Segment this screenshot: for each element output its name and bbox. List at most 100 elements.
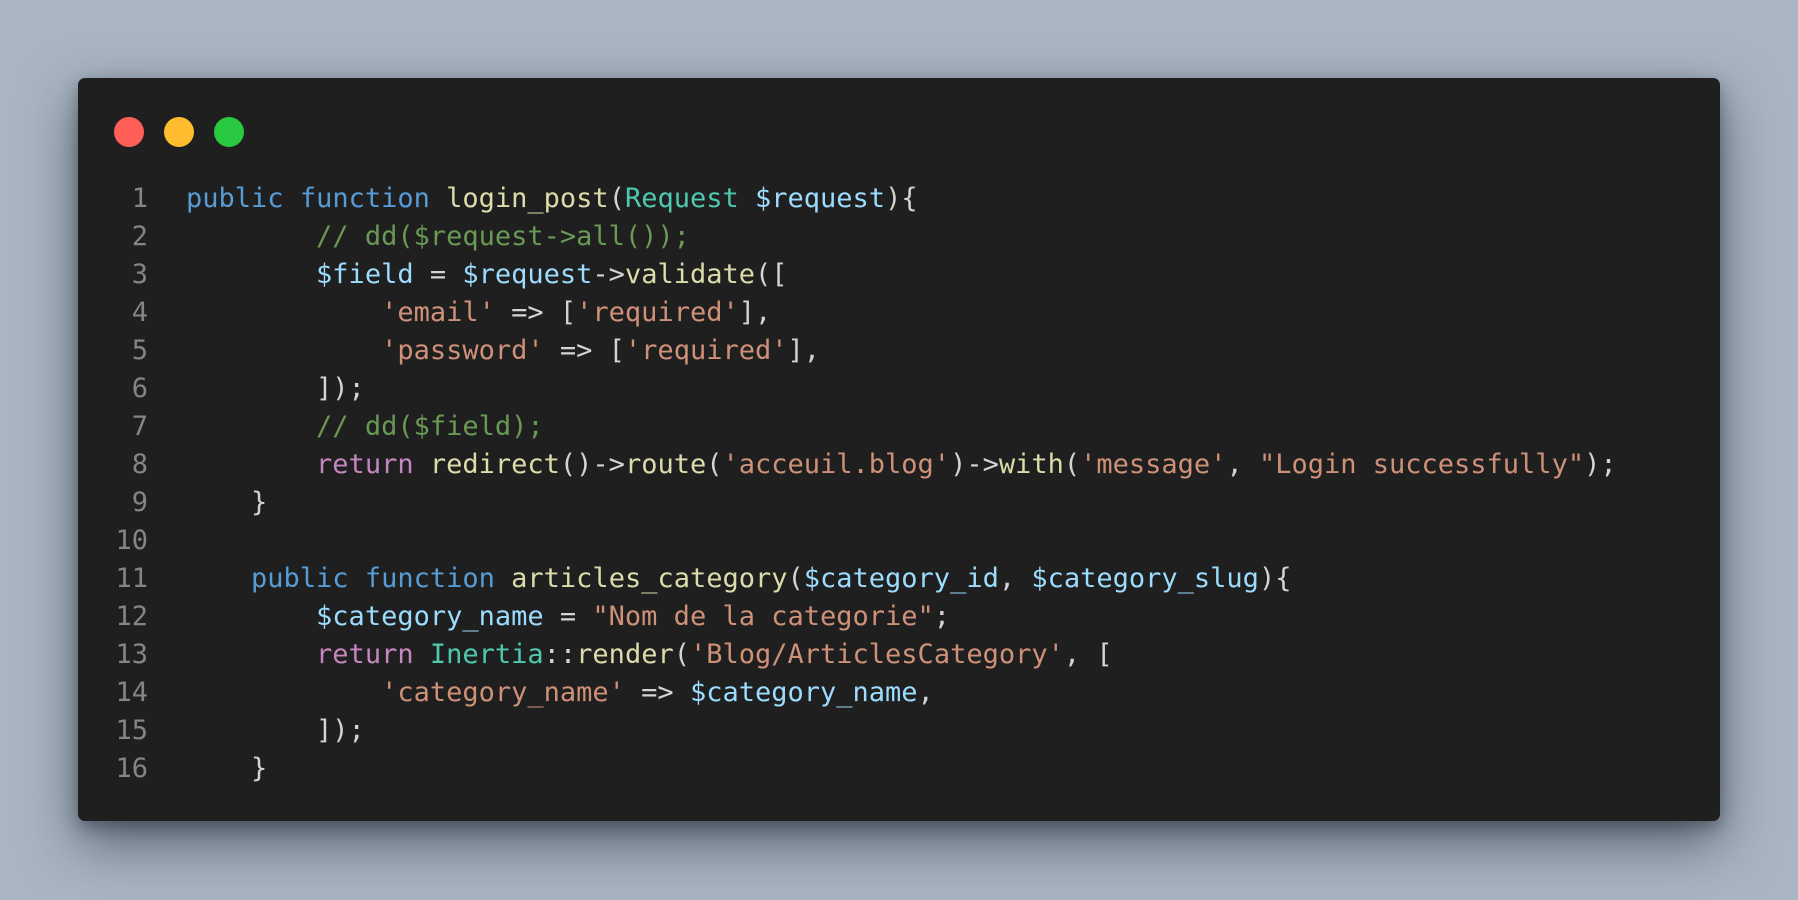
code-token-plain: => [ [543,335,625,366]
code-token-plain: )-> [950,449,999,480]
code-token-keyword: public [186,183,284,214]
code-line: 14 'category_name' => $category_name, [78,674,1617,712]
line-number: 8 [131,449,148,480]
code-token-variable: $category_id [803,563,999,594]
line-number: 7 [131,411,148,442]
code-line: 15 ]); [78,712,1617,750]
code-token-variable: $request [462,259,593,290]
code-token-keyword: function [364,563,495,594]
code-token-type: Inertia [429,639,544,670]
code-token-function: validate [624,259,755,290]
code-line: 5 'password' => ['required'], [78,332,1617,370]
close-button[interactable] [114,117,144,147]
code-token-function: login_post [446,183,609,214]
code-text: 'email' => ['required'], [186,294,771,332]
code-text: // dd($field); [186,408,544,446]
code-token-string: "Nom de la categorie" [592,601,934,632]
line-number: 1 [131,183,148,214]
code-window: 1 public function login_post(Request $req… [78,78,1720,821]
code-token-keyword: public [251,563,349,594]
code-token-comment: // dd($field); [316,411,544,442]
code-token-string: 'required' [624,335,788,366]
code-token-plain: ], [738,297,772,328]
code-token-function: with [998,449,1064,480]
code-token-variable: $category_name [316,601,544,632]
code-token-plain: ; [933,601,951,632]
code-token-plain: -> [592,259,625,290]
code-token-string: 'required' [576,297,739,328]
line-number: 4 [131,297,148,328]
code-token-type: Request [624,183,739,214]
code-token-string: 'email' [381,297,495,328]
code-token-control: return [316,639,414,670]
code-line: 10 [78,522,1617,560]
code-token-plain: ( [673,639,690,670]
code-token-plain: } [251,487,268,518]
code-token-variable: $request [755,183,886,214]
window-controls [114,117,244,147]
code-token-plain: ( [608,183,625,214]
line-number: 12 [115,601,148,632]
code-line: 13 return Inertia::render('Blog/Articles… [78,636,1617,674]
maximize-button[interactable] [214,117,244,147]
code-text: $category_name = "Nom de la categorie"; [186,598,950,636]
line-number: 6 [131,373,148,404]
code-token-plain: = [543,601,593,632]
code-text: } [186,750,267,788]
code-token-plain: => [624,677,690,708]
code-token-plain: , [1226,449,1259,480]
line-number: 13 [115,639,148,670]
code-token-variable: $category_name [689,677,918,708]
minimize-button[interactable] [164,117,194,147]
code-token-function: route [624,449,707,480]
code-text: public function articles_category($categ… [186,560,1291,598]
code-token-plain: ( [706,449,723,480]
code-line: 3 $field = $request->validate([ [78,256,1617,294]
code-text: return redirect()->route('acceuil.blog')… [186,446,1617,484]
code-token-plain: ]); [316,373,365,404]
code-token-function: render [576,639,674,670]
code-token-control: return [316,449,414,480]
code-line: 6 ]); [78,370,1617,408]
code-token-string: 'password' [381,335,544,366]
line-number: 2 [131,221,148,252]
code-text: ]); [186,712,365,750]
code-line: 7 // dd($field); [78,408,1617,446]
code-token-plain: => [ [494,297,577,328]
code-token-variable: $category_slug [1031,563,1259,594]
code-text: public function login_post(Request $requ… [186,180,918,218]
code-token-string: 'Blog/ArticlesCategory' [689,639,1064,670]
code-token-plain: = [413,259,463,290]
code-text: $field = $request->validate([ [186,256,787,294]
code-text: } [186,484,267,522]
code-text: 'password' => ['required'], [186,332,820,370]
code-editor: 1 public function login_post(Request $req… [78,180,1617,788]
code-token-comment: // dd($request->all()); [316,221,690,252]
line-number: 15 [115,715,148,746]
code-token-string: 'message' [1080,449,1227,480]
code-line: 2 // dd($request->all()); [78,218,1617,256]
code-token-variable: $field [316,259,414,290]
code-token-function: redirect [429,449,560,480]
code-token-plain: ){ [885,183,918,214]
code-text: 'category_name' => $category_name, [186,674,934,712]
code-line: 1 public function login_post(Request $req… [78,180,1617,218]
code-text: // dd($request->all()); [186,218,690,256]
line-number: 3 [131,259,148,290]
line-number: 11 [115,563,148,594]
